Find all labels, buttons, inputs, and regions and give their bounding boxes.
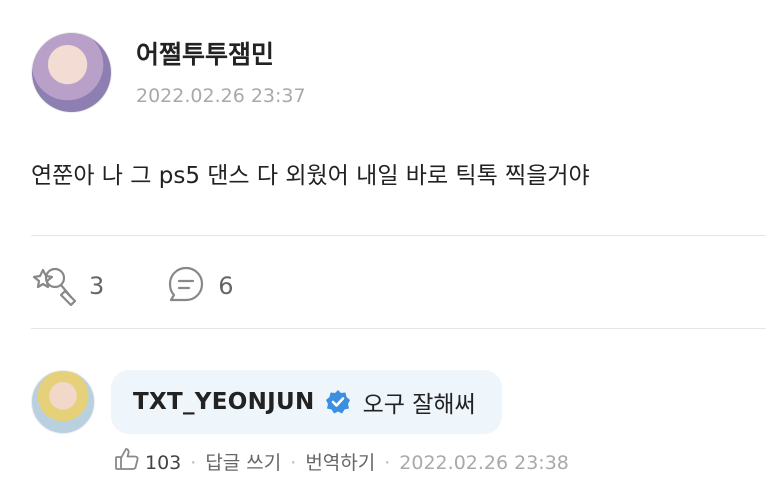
translate-button[interactable]: 번역하기: [305, 449, 375, 477]
comment-meta: 103 · 답글 쓰기 · 번역하기 · 2022.02.26 23:38: [114, 446, 569, 480]
divider: [31, 235, 766, 236]
reply-button[interactable]: 답글 쓰기: [205, 449, 281, 477]
post-actions: 3 6: [31, 262, 234, 310]
reaction-button[interactable]: 3: [31, 262, 104, 310]
comment-date: 2022.02.26 23:38: [399, 452, 569, 474]
meta-separator: ·: [384, 452, 391, 474]
author-block: 어쩔투투잼민 2022.02.26 23:37: [136, 39, 306, 107]
verified-badge-icon: [325, 389, 351, 415]
comment-text: 오구 잘해써: [362, 392, 476, 418]
comment-bubble: TXT_YEONJUN 오구 잘해써: [111, 370, 502, 434]
commenter-avatar[interactable]: [31, 370, 95, 434]
meta-separator: ·: [290, 452, 297, 474]
meta-separator: ·: [190, 452, 197, 474]
speech-bubble-icon: [166, 264, 206, 308]
post-date: 2022.02.26 23:37: [136, 84, 306, 107]
like-count: 103: [145, 452, 182, 474]
author-name[interactable]: 어쩔투투잼민: [136, 39, 306, 71]
post-body-text: 연쭌아 나 그 ps5 댄스 다 외웠어 내일 바로 틱톡 찍을거야: [31, 163, 590, 189]
cheer-stick-icon: [31, 262, 77, 310]
reaction-count: 3: [89, 272, 105, 300]
commenter-name[interactable]: TXT_YEONJUN: [133, 389, 315, 415]
author-avatar[interactable]: [31, 32, 112, 113]
comments-button[interactable]: 6: [166, 264, 234, 308]
like-button[interactable]: 103: [114, 446, 181, 480]
comments-count: 6: [218, 272, 234, 300]
post-header: 어쩔투투잼민 2022.02.26 23:37: [31, 32, 306, 113]
divider: [31, 328, 766, 329]
thumbs-up-icon: [114, 446, 140, 480]
